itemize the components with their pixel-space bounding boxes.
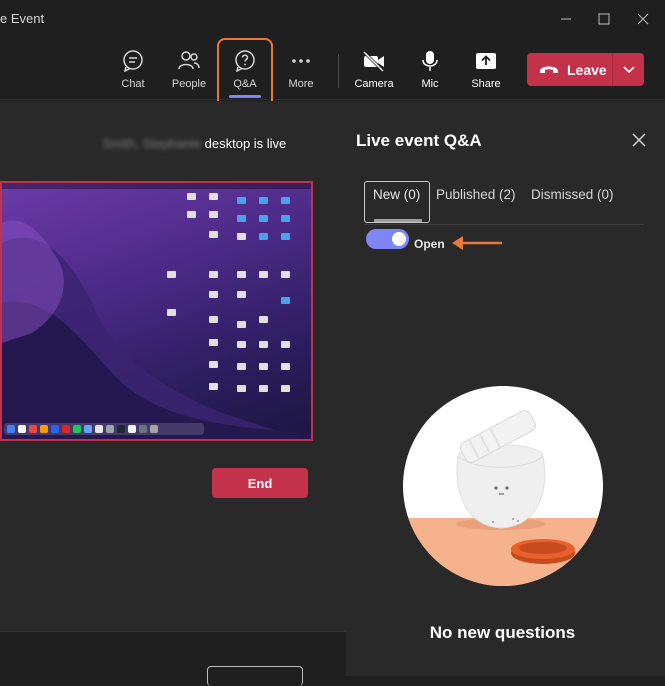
minimize-button[interactable]	[553, 6, 579, 32]
mic-icon	[417, 48, 443, 74]
presentation-stage: Smith, Stephanie desktop is live End	[0, 101, 346, 686]
end-button[interactable]: End	[212, 468, 308, 498]
leave-label: Leave	[567, 61, 607, 78]
open-toggle[interactable]	[366, 229, 409, 249]
tab-published[interactable]: Published (2)	[436, 187, 516, 202]
chat-label: Chat	[121, 78, 145, 90]
stage-bottom-bar	[0, 631, 346, 686]
close-icon	[632, 133, 646, 147]
people-icon	[176, 48, 202, 74]
people-button[interactable]: People	[165, 48, 213, 92]
more-button[interactable]: More	[277, 48, 325, 92]
camera-button[interactable]: Camera	[350, 48, 398, 92]
live-status: desktop is live	[204, 136, 287, 151]
qa-panel: Live event Q&A New (0) Published (2) Dis…	[346, 101, 665, 676]
shared-dock	[4, 423, 204, 435]
share-icon	[473, 48, 499, 74]
empty-jar-illustration	[403, 386, 603, 586]
shared-screen-preview	[0, 181, 313, 441]
empty-state-message: No new questions	[429, 623, 576, 642]
qa-active-indicator	[229, 95, 261, 98]
presenter-name: Smith, Stephanie	[102, 136, 202, 151]
arrow-left-icon	[452, 236, 502, 250]
qa-tabs: New (0) Published (2) Dismissed (0)	[364, 181, 644, 225]
close-icon	[637, 13, 649, 25]
camera-label: Camera	[354, 78, 394, 90]
chat-button[interactable]: Chat	[109, 48, 157, 92]
tab-dismissed[interactable]: Dismissed (0)	[531, 187, 614, 202]
panel-title: Live event Q&A	[356, 131, 482, 150]
desktop-icons	[152, 191, 311, 406]
toggle-knob	[392, 232, 406, 246]
maximize-icon	[598, 13, 610, 25]
more-label: More	[288, 78, 314, 90]
tab-new-indicator	[374, 219, 422, 222]
tab-new-label: New (0)	[373, 187, 421, 202]
chevron-down-icon	[622, 65, 635, 73]
leave-button[interactable]: Leave	[527, 53, 644, 86]
mic-label: Mic	[421, 78, 439, 90]
share-label: Share	[471, 78, 501, 90]
leave-options-button[interactable]	[613, 65, 644, 74]
share-button[interactable]: Share	[462, 48, 510, 92]
title-bar: e Event	[0, 0, 665, 38]
stage-bottom-button[interactable]	[207, 666, 303, 686]
window-title: e Event	[0, 11, 45, 26]
close-panel-button[interactable]	[629, 130, 649, 150]
camera-off-icon	[361, 48, 387, 74]
maximize-button[interactable]	[591, 6, 617, 32]
live-status-line: Smith, Stephanie desktop is live	[102, 136, 286, 151]
close-window-button[interactable]	[630, 6, 656, 32]
meeting-toolbar: Chat People Q&A More Camera Mic Share Le…	[0, 38, 665, 100]
toggle-label: Open	[414, 237, 445, 251]
toolbar-divider	[338, 54, 339, 88]
more-icon	[288, 48, 314, 74]
chat-icon	[120, 48, 146, 74]
mic-button[interactable]: Mic	[406, 48, 454, 92]
people-label: People	[171, 78, 207, 90]
leave-main[interactable]: Leave	[527, 62, 612, 78]
minimize-icon	[561, 18, 571, 20]
hang-up-icon	[540, 66, 558, 73]
tab-new[interactable]: New (0)	[364, 181, 430, 223]
